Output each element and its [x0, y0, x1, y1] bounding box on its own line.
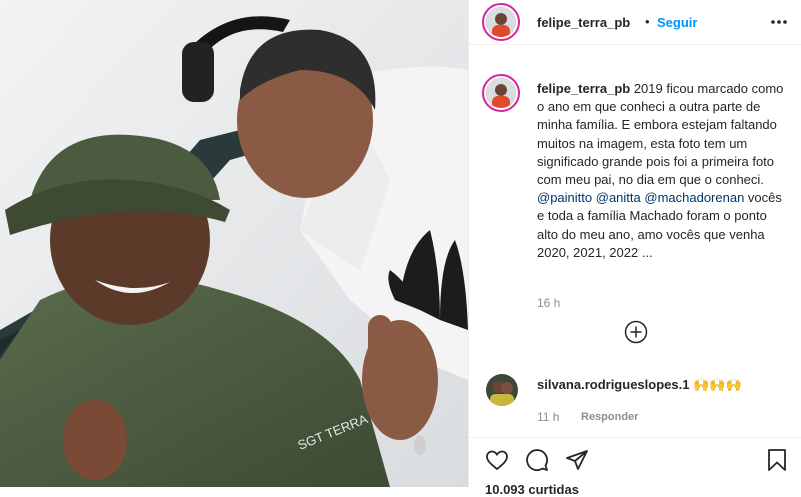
post-caption: felipe_terra_pb 2019 ficou marcado como …	[537, 80, 787, 262]
separator-dot: •	[645, 14, 650, 29]
comment-timestamp[interactable]: 11 h	[537, 410, 559, 424]
mention-link[interactable]: @painitto	[537, 190, 592, 205]
comment-item: silvana.rodrigueslopes.1 🙌🙌🙌	[537, 376, 787, 394]
add-comment-icon[interactable]	[624, 320, 648, 344]
post-photo-image: SGT TERRA	[0, 0, 468, 487]
likes-count[interactable]: 10.093 curtidas	[485, 482, 579, 497]
commenter-avatar[interactable]	[486, 374, 518, 406]
heart-icon[interactable]	[485, 448, 509, 472]
caption-timestamp[interactable]: 16 h	[537, 296, 560, 310]
author-username[interactable]: felipe_terra_pb	[537, 15, 630, 30]
author-avatar[interactable]	[482, 3, 520, 41]
reply-button[interactable]: Responder	[581, 411, 638, 423]
post-actions	[469, 437, 801, 488]
comment-username[interactable]: silvana.rodrigueslopes.1	[537, 377, 689, 392]
comment-icon[interactable]	[525, 448, 549, 472]
commenter-avatar-image	[486, 374, 518, 406]
mention-link[interactable]: @anitta	[596, 190, 641, 205]
caption-username[interactable]: felipe_terra_pb	[537, 81, 630, 96]
post-panel: felipe_terra_pb • Seguir felipe_terra_pb…	[468, 0, 801, 497]
share-icon[interactable]	[565, 448, 589, 472]
caption-avatar[interactable]	[482, 74, 520, 112]
caption-text: 2019 ficou marcado como o ano em que con…	[537, 81, 784, 188]
post-photo[interactable]: SGT TERRA	[0, 0, 468, 487]
mention-link[interactable]: @machadorenan	[644, 190, 744, 205]
post-header: felipe_terra_pb • Seguir	[469, 0, 801, 45]
more-options-icon[interactable]	[769, 12, 789, 32]
caption-avatar-image	[486, 78, 516, 108]
bookmark-icon[interactable]	[765, 448, 789, 472]
author-avatar-image	[486, 7, 516, 37]
comment-text: 🙌🙌🙌	[693, 377, 742, 392]
follow-button[interactable]: Seguir	[657, 15, 697, 30]
